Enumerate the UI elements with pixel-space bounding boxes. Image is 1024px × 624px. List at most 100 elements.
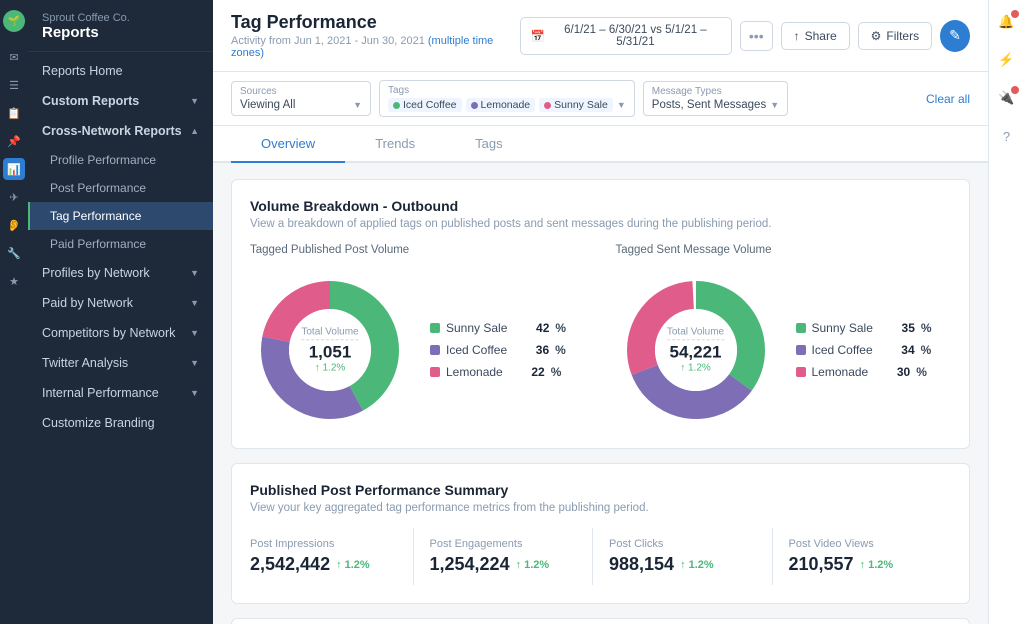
nav-tag-performance[interactable]: Tag Performance — [28, 202, 213, 230]
clicks-value: 988,154 ↑ 1.2% — [609, 554, 772, 575]
company-name: Sprout Coffee Co. — [42, 12, 199, 24]
right-total-value: 54,221 — [667, 342, 724, 362]
plugin-icon[interactable]: 🔌 — [995, 86, 1019, 110]
nav-customize-branding[interactable]: Customize Branding — [28, 408, 213, 438]
tab-overview[interactable]: Overview — [231, 126, 345, 163]
chevron-down-icon: ▼ — [190, 96, 199, 106]
left-chart-title: Tagged Published Post Volume — [250, 244, 586, 256]
nav-icon-tools[interactable]: 🔧 — [3, 242, 25, 264]
nav-icon-mentions[interactable]: 📌 — [3, 130, 25, 152]
share-button[interactable]: ↑ Share — [781, 22, 850, 50]
nav-icon-listen[interactable]: 👂 — [3, 214, 25, 236]
metric-video-views: Post Video Views 210,557 ↑ 1.2% — [773, 528, 952, 585]
date-range-button[interactable]: 📅 6/1/21 – 6/30/21 vs 5/1/21 – 5/31/21 — [520, 17, 732, 55]
sources-value: Viewing All — [240, 99, 295, 111]
chevron-down-icon: ▼ — [190, 388, 199, 398]
tab-tags[interactable]: Tags — [445, 126, 532, 163]
nav-icon-feed[interactable]: ☰ — [3, 74, 25, 96]
left-lemon-pct: 22 — [517, 365, 545, 379]
message-types-label: Message Types — [652, 86, 779, 97]
clicks-label: Post Clicks — [609, 538, 772, 550]
right-volume-section: Tagged Sent Message Volume — [616, 244, 952, 430]
nav-icon-tasks[interactable]: 📋 — [3, 102, 25, 124]
nav-profile-performance[interactable]: Profile Performance — [28, 146, 213, 174]
content-area: Volume Breakdown - Outbound View a break… — [213, 163, 988, 624]
left-volume-section: Tagged Published Post Volume — [250, 244, 586, 430]
impressions-value: 2,542,442 ↑ 1.2% — [250, 554, 413, 575]
filter-icon: ⚙ — [871, 29, 882, 43]
nav-competitors-by-network[interactable]: Competitors by Network ▼ — [28, 318, 213, 348]
tag-lemonade: Lemonade — [466, 98, 536, 112]
calendar-icon: 📅 — [531, 29, 545, 43]
message-types-value: Posts, Sent Messages — [652, 99, 766, 111]
metrics-row: Post Impressions 2,542,442 ↑ 1.2% Post E… — [250, 528, 951, 585]
volume-card-subtitle: View a breakdown of applied tags on publ… — [250, 218, 951, 230]
right-sunny-pct: 35 — [887, 321, 915, 335]
edit-fab-button[interactable]: ✎ — [940, 20, 970, 52]
right-iced-pct: 34 — [887, 343, 915, 357]
activity-icon[interactable]: ⚡ — [995, 48, 1019, 72]
share-icon: ↑ — [794, 29, 800, 43]
volume-card-title: Volume Breakdown - Outbound — [250, 198, 951, 214]
nav-internal-performance[interactable]: Internal Performance ▼ — [28, 378, 213, 408]
right-chart-title: Tagged Sent Message Volume — [616, 244, 952, 256]
nav-icon-star[interactable]: ★ — [3, 270, 25, 292]
sources-filter[interactable]: Sources Viewing All ▼ — [231, 81, 371, 116]
left-legend: Sunny Sale 42% Iced Coffee 36% Lemonade — [430, 321, 566, 379]
page-title: Tag Performance — [231, 12, 520, 33]
chevron-down-icon: ▼ — [190, 328, 199, 338]
help-icon[interactable]: ? — [995, 124, 1019, 148]
legend-iced-coffee-right: Iced Coffee 34% — [796, 343, 932, 357]
video-label: Post Video Views — [789, 538, 952, 550]
page-header: Tag Performance Activity from Jun 1, 202… — [213, 0, 988, 72]
published-summary-card: Published Post Performance Summary View … — [231, 463, 970, 604]
section-title: Reports — [42, 24, 199, 41]
nav-custom-reports[interactable]: Custom Reports ▼ — [28, 86, 213, 116]
engagements-label: Post Engagements — [430, 538, 593, 550]
chevron-down-icon: ▼ — [190, 358, 199, 368]
tags-label: Tags — [388, 85, 626, 96]
left-iced-pct: 36 — [521, 343, 549, 357]
left-sunny-pct: 42 — [521, 321, 549, 335]
left-growth: ↑ 1.2% — [301, 363, 358, 374]
clear-all-button[interactable]: Clear all — [926, 92, 970, 106]
message-types-filter[interactable]: Message Types Posts, Sent Messages ▼ — [643, 81, 788, 116]
legend-lemonade-left: Lemonade 22% — [430, 365, 566, 379]
tab-trends[interactable]: Trends — [345, 126, 445, 163]
nav-icon-reports[interactable]: 📊 — [3, 158, 25, 180]
right-total-label: Total Volume — [667, 326, 724, 340]
page-subtitle: Activity from Jun 1, 2021 - Jun 30, 2021… — [231, 35, 520, 59]
nav-twitter-analysis[interactable]: Twitter Analysis ▼ — [28, 348, 213, 378]
notification-bell-icon[interactable]: 🔔 — [995, 10, 1019, 34]
more-options-button[interactable]: ••• — [740, 21, 773, 51]
tag-iced-coffee: Iced Coffee — [388, 98, 462, 112]
right-legend: Sunny Sale 35% Iced Coffee 34% Lemonade — [796, 321, 932, 379]
left-nav: Sprout Coffee Co. Reports Reports Home C… — [28, 0, 213, 624]
chevron-down-icon: ▼ — [190, 298, 199, 308]
clicks-growth: ↑ 1.2% — [680, 559, 714, 571]
top-posts-card: Top Posts View the top tagged published … — [231, 618, 970, 624]
nav-reports-home[interactable]: Reports Home — [28, 56, 213, 86]
tags-filter[interactable]: Tags Iced Coffee Lemonade Sunny Sale ▼ — [379, 80, 635, 117]
nav-icon-publish[interactable]: ✈ — [3, 186, 25, 208]
impressions-label: Post Impressions — [250, 538, 413, 550]
metric-engagements: Post Engagements 1,254,224 ↑ 1.2% — [414, 528, 594, 585]
filters-button[interactable]: ⚙ Filters — [858, 22, 932, 50]
sprout-logo: 🌱 — [3, 10, 25, 32]
nav-icon-compose[interactable]: ✉ — [3, 46, 25, 68]
engagements-growth: ↑ 1.2% — [516, 559, 550, 571]
tabs-bar: Overview Trends Tags — [213, 126, 988, 163]
legend-sunny-sale-left: Sunny Sale 42% — [430, 321, 566, 335]
video-value: 210,557 ↑ 1.2% — [789, 554, 952, 575]
nav-paid-by-network[interactable]: Paid by Network ▼ — [28, 288, 213, 318]
right-donut-chart: Total Volume 54,221 ↑ 1.2% — [616, 270, 776, 430]
tags-chevron: ▼ — [617, 100, 626, 110]
nav-profiles-by-network[interactable]: Profiles by Network ▼ — [28, 258, 213, 288]
message-types-chevron: ▼ — [770, 100, 779, 110]
nav-cross-network[interactable]: Cross-Network Reports ▲ — [28, 116, 213, 146]
right-growth: ↑ 1.2% — [667, 363, 724, 374]
legend-sunny-sale-right: Sunny Sale 35% — [796, 321, 932, 335]
main-content: Tag Performance Activity from Jun 1, 202… — [213, 0, 988, 624]
nav-paid-performance[interactable]: Paid Performance — [28, 230, 213, 258]
nav-post-performance[interactable]: Post Performance — [28, 174, 213, 202]
